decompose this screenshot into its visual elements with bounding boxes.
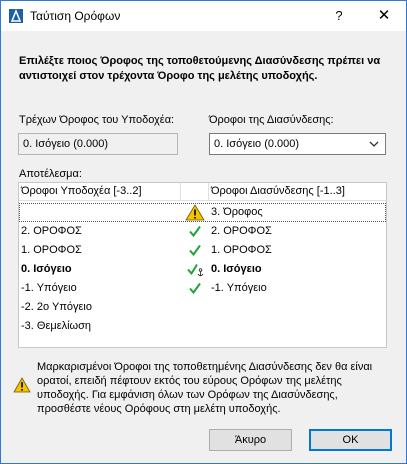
link-floor: 0. Ισόγειο: [211, 263, 262, 275]
chevron-down-icon: [369, 141, 379, 147]
check-icon: [189, 282, 201, 295]
result-list[interactable]: Όροφοι Υποδοχέα [-3..2] Όροφοι Διασύνδεσ…: [18, 182, 387, 348]
list-header: Όροφοι Υποδοχέα [-3..2] Όροφοι Διασύνδεσ…: [19, 183, 386, 201]
close-button[interactable]: ✕: [369, 3, 399, 29]
list-row[interactable]: 2. ΟΡΟΦΟΣ 2. ΟΡΟΦΟΣ: [19, 222, 386, 241]
app-icon: [9, 9, 23, 23]
host-floor: 2. ΟΡΟΦΟΣ: [21, 225, 82, 237]
dialog-window: Ταύτιση Ορόφων ? ✕ Επιλέξτε ποιος Όροφος…: [0, 0, 407, 464]
host-column-header[interactable]: Όροφοι Υποδοχέα [-3..2]: [21, 185, 142, 197]
host-floor: -1. Υπόγειο: [21, 282, 77, 294]
list-row[interactable]: 0. Ισόγειο 0. Ισόγειο: [19, 260, 386, 279]
column-divider: [180, 183, 181, 201]
warning-note: Μαρκαρισμένοι Όροφοι της τοποθετημένης Δ…: [37, 361, 373, 415]
host-floor: -2. 2ο Υπόγειο: [21, 301, 92, 313]
link-floors-label: Όροφοι της Διασύνδεσης:: [209, 114, 334, 126]
check-anchor-icon: [187, 263, 204, 277]
help-button[interactable]: ?: [325, 3, 353, 29]
list-row[interactable]: -2. 2ο Υπόγειο: [19, 298, 386, 317]
check-icon: [189, 244, 201, 257]
list-row[interactable]: -1. Υπόγειο -1. Υπόγειο: [19, 279, 386, 298]
instruction-text: Επιλέξτε ποιος Όροφος της τοποθετούμενης…: [19, 55, 381, 82]
link-column-header[interactable]: Όροφοι Διασύνδεσης [-1..3]: [211, 185, 345, 197]
link-floor: 3. Όροφος: [211, 206, 263, 218]
title-bar: Ταύτιση Ορόφων ? ✕: [1, 1, 406, 31]
result-label: Αποτέλεσμα:: [19, 168, 82, 180]
list-row[interactable]: 3. Όροφος: [19, 203, 386, 222]
host-floor: 0. Ισόγειο: [21, 263, 72, 275]
link-floor: 1. ΟΡΟΦΟΣ: [211, 244, 272, 256]
warning-icon: [185, 204, 205, 221]
host-floor: 1. ΟΡΟΦΟΣ: [21, 244, 82, 256]
link-floors-selected: 0. Ισόγειο (0.000): [214, 138, 300, 150]
link-floors-dropdown[interactable]: 0. Ισόγειο (0.000): [209, 133, 386, 155]
check-icon: [189, 225, 201, 238]
cancel-button[interactable]: Άκυρο: [209, 429, 292, 451]
warning-icon: [13, 377, 31, 393]
host-floor: -3. Θεμελίωση: [21, 320, 92, 332]
current-floor-label: Τρέχων Όροφος του Υποδοχέα:: [19, 114, 175, 126]
link-floor: 2. ΟΡΟΦΟΣ: [211, 225, 272, 237]
current-floor-field: 0. Ισόγειο (0.000): [18, 133, 178, 155]
ok-button[interactable]: OK: [309, 429, 392, 451]
list-row[interactable]: -3. Θεμελίωση: [19, 317, 386, 336]
window-title: Ταύτιση Ορόφων: [30, 9, 121, 23]
column-divider: [208, 183, 209, 201]
list-row[interactable]: 1. ΟΡΟΦΟΣ 1. ΟΡΟΦΟΣ: [19, 241, 386, 260]
link-floor: -1. Υπόγειο: [211, 282, 267, 294]
